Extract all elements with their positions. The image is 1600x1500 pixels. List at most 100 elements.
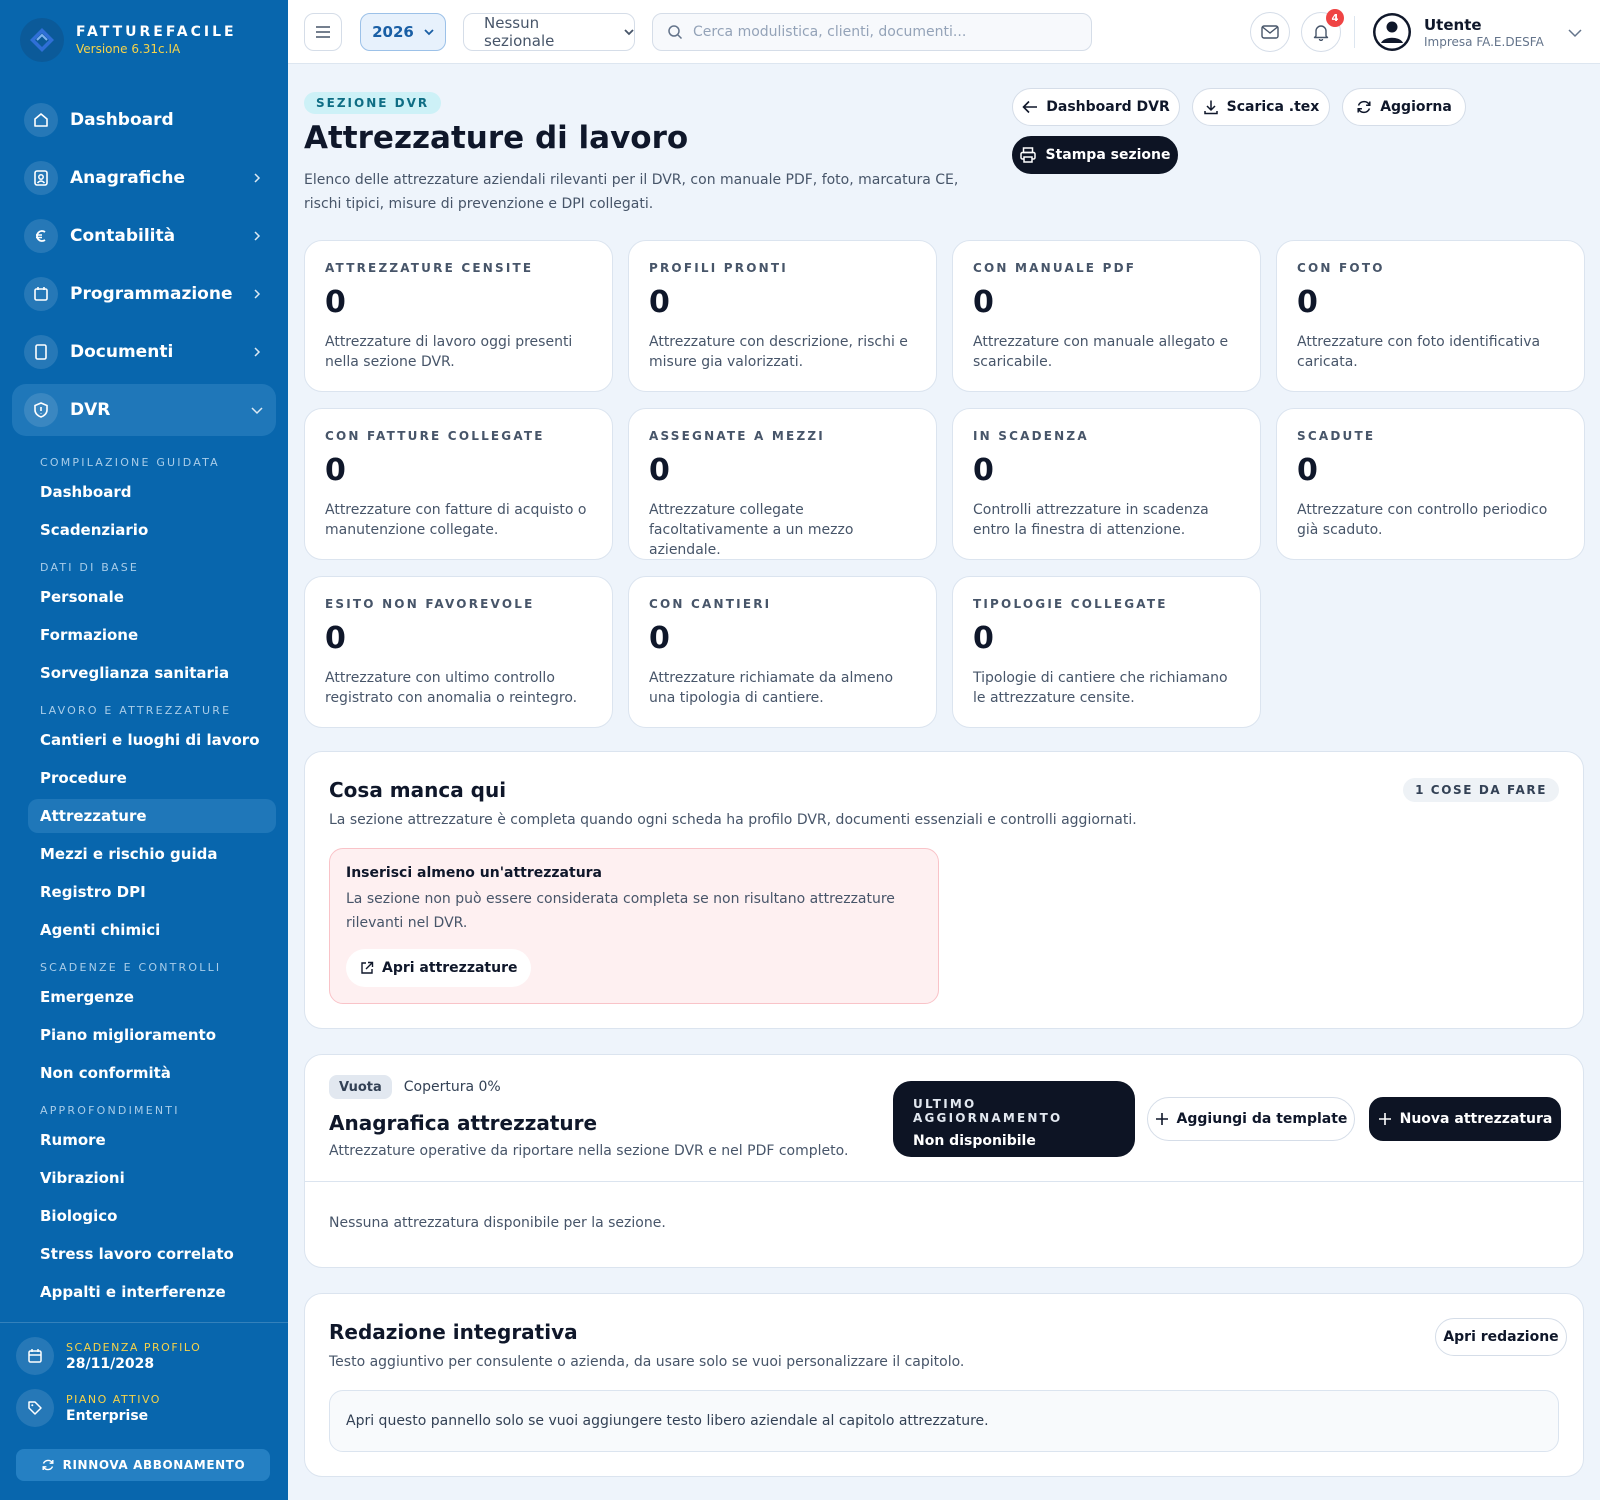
new-attrezzatura-button[interactable]: Nuova attrezzatura bbox=[1369, 1097, 1561, 1141]
nav-label: Contabilità bbox=[70, 226, 176, 246]
nav-item-dashboard[interactable]: Dashboard bbox=[12, 94, 276, 146]
refresh-icon bbox=[1356, 99, 1372, 115]
nav-item-documenti[interactable]: Documenti bbox=[12, 326, 276, 378]
redaction-text-box[interactable]: Apri questo pannello solo se vuoi aggiun… bbox=[329, 1390, 1559, 1452]
nav-item-programmazione[interactable]: Programmazione bbox=[12, 268, 276, 320]
search-icon bbox=[667, 24, 683, 40]
download-tex-button[interactable]: Scarica .tex bbox=[1192, 88, 1330, 126]
new-attrezzatura-label: Nuova attrezzatura bbox=[1399, 1111, 1553, 1127]
sub-nav-item-stress[interactable]: Stress lavoro correlato bbox=[28, 1237, 276, 1271]
search-input[interactable] bbox=[693, 24, 1073, 40]
stat-description: Attrezzature con manuale allegato e scar… bbox=[973, 334, 1229, 370]
sub-nav-item-vibrazioni[interactable]: Vibrazioni bbox=[28, 1161, 276, 1195]
open-attrezzature-button[interactable]: Apri attrezzature bbox=[346, 949, 532, 987]
add-from-template-button[interactable]: Aggiungi da template bbox=[1147, 1097, 1355, 1141]
sidebar: FATTUREFACILE Versione 6.31c.IA Dashboar… bbox=[0, 0, 288, 1500]
last-update-label: ULTIMO AGGIORNAMENTO bbox=[913, 1097, 1063, 1125]
last-update-box: ULTIMO AGGIORNAMENTO Non disponibile bbox=[893, 1081, 1135, 1157]
sub-nav-item-chimici[interactable]: Agenti chimici bbox=[28, 913, 276, 947]
user-organization: Impresa FA.E.DESFA bbox=[1424, 34, 1544, 49]
sub-nav-item-cantieri[interactable]: Cantieri e luoghi di lavoro bbox=[28, 723, 276, 757]
sub-nav-item-mezzi[interactable]: Mezzi e rischio guida bbox=[28, 837, 276, 871]
chevron-right-icon bbox=[250, 287, 264, 301]
global-search[interactable] bbox=[652, 13, 1092, 51]
refresh-icon bbox=[41, 1458, 55, 1472]
sub-nav-item-formazione[interactable]: Formazione bbox=[28, 618, 276, 652]
registry-subtitle: Attrezzature operative da riportare nell… bbox=[329, 1143, 849, 1159]
contacts-icon bbox=[24, 161, 58, 195]
stat-card: SCADUTE 0 Attrezzature con controllo per… bbox=[1276, 408, 1585, 560]
missing-title: Cosa manca qui bbox=[329, 778, 507, 802]
refresh-label: Aggiorna bbox=[1380, 99, 1452, 115]
plus-icon bbox=[1378, 1112, 1392, 1126]
refresh-button[interactable]: Aggiorna bbox=[1342, 88, 1466, 126]
document-icon bbox=[24, 335, 58, 369]
stat-value: 0 bbox=[1297, 453, 1318, 488]
euro-icon bbox=[24, 219, 58, 253]
chevron-right-icon bbox=[250, 229, 264, 243]
messages-button[interactable] bbox=[1250, 12, 1290, 52]
sub-nav-item-rumore[interactable]: Rumore bbox=[28, 1123, 276, 1157]
nav-label: Dashboard bbox=[70, 110, 174, 130]
brand-logo-icon bbox=[20, 18, 64, 62]
sub-nav-item-attrezzature[interactable]: Attrezzature bbox=[28, 799, 276, 833]
sub-nav-item-personale[interactable]: Personale bbox=[28, 580, 276, 614]
sub-nav-item-appalti[interactable]: Appalti e interferenze bbox=[28, 1275, 276, 1309]
menu-toggle-button[interactable] bbox=[304, 13, 342, 51]
avatar bbox=[1372, 12, 1412, 52]
sub-nav-item-piano[interactable]: Piano miglioramento bbox=[28, 1018, 276, 1052]
sub-nav-item-emergenze[interactable]: Emergenze bbox=[28, 980, 276, 1014]
user-menu[interactable]: Utente Impresa FA.E.DESFA bbox=[1372, 12, 1582, 52]
stat-card: PROFILI PRONTI 0 Attrezzature con descri… bbox=[628, 240, 937, 392]
calendar-icon bbox=[24, 277, 58, 311]
print-section-button[interactable]: Stampa sezione bbox=[1012, 136, 1178, 174]
section-tag: SEZIONE DVR bbox=[304, 92, 442, 114]
notifications-button[interactable]: 4 bbox=[1301, 9, 1344, 52]
stat-label: IN SCADENZA bbox=[973, 429, 1089, 443]
todo-count-badge: 1 COSE DA FARE bbox=[1403, 778, 1559, 802]
brand-name: FATTUREFACILE bbox=[76, 24, 237, 40]
redaction-subtitle: Testo aggiuntivo per consulente o aziend… bbox=[329, 1354, 965, 1370]
renew-subscription-button[interactable]: RINNOVA ABBONAMENTO bbox=[16, 1449, 270, 1481]
nav-label: Programmazione bbox=[70, 284, 233, 304]
nav-item-contabilita[interactable]: Contabilità bbox=[12, 210, 276, 262]
stat-label: ASSEGNATE A MEZZI bbox=[649, 429, 825, 443]
sub-nav-item-sorveglianza[interactable]: Sorveglianza sanitaria bbox=[28, 656, 276, 690]
chevron-right-icon bbox=[250, 345, 264, 359]
stat-card: TIPOLOGIE COLLEGATE 0 Tipologie di canti… bbox=[952, 576, 1261, 728]
stat-description: Attrezzature richiamate da almeno una ti… bbox=[649, 670, 894, 706]
stat-value: 0 bbox=[973, 453, 994, 488]
stat-value: 0 bbox=[649, 285, 670, 320]
open-redaction-button[interactable]: Apri redazione bbox=[1435, 1318, 1567, 1356]
stat-description: Attrezzature con controllo periodico già… bbox=[1297, 502, 1548, 538]
nav-label: Anagrafiche bbox=[70, 168, 186, 188]
brand[interactable]: FATTUREFACILE Versione 6.31c.IA bbox=[20, 18, 237, 62]
sub-nav-item-dpi[interactable]: Registro DPI bbox=[28, 875, 276, 909]
sub-nav-heading: DATI DI BASE bbox=[40, 561, 140, 574]
plan-label: PIANO ATTIVO bbox=[66, 1392, 161, 1406]
sidebar-footer: SCADENZA PROFILO 28/11/2028 PIANO ATTIVO… bbox=[0, 1322, 288, 1500]
stat-value: 0 bbox=[649, 453, 670, 488]
nav-item-anagrafiche[interactable]: Anagrafiche bbox=[12, 152, 276, 204]
sub-nav-item-biologico[interactable]: Biologico bbox=[28, 1199, 276, 1233]
divider bbox=[1354, 16, 1355, 48]
dashboard-dvr-button[interactable]: Dashboard DVR bbox=[1012, 88, 1180, 126]
nav-item-dvr[interactable]: DVR bbox=[12, 384, 276, 436]
year-select[interactable]: 2026 bbox=[360, 13, 446, 51]
dashboard-dvr-label: Dashboard DVR bbox=[1046, 99, 1170, 115]
sub-nav-item-procedure[interactable]: Procedure bbox=[28, 761, 276, 795]
empty-state-text: Nessuna attrezzatura disponibile per la … bbox=[329, 1215, 666, 1231]
arrow-left-icon bbox=[1022, 100, 1038, 114]
nav-label: Documenti bbox=[70, 342, 174, 362]
sezionale-select[interactable]: Nessun sezionale bbox=[463, 13, 635, 51]
sub-nav-item-dashboard[interactable]: Dashboard bbox=[28, 475, 276, 509]
sub-nav-item-non-conformita[interactable]: Non conformità bbox=[28, 1056, 276, 1090]
print-label: Stampa sezione bbox=[1045, 147, 1171, 163]
sub-nav-item-scadenziario[interactable]: Scadenziario bbox=[28, 513, 276, 547]
status-chip: Vuota bbox=[329, 1075, 392, 1099]
stat-card: ESITO NON FAVOREVOLE 0 Attrezzature con … bbox=[304, 576, 613, 728]
year-value: 2026 bbox=[372, 23, 414, 41]
stat-value: 0 bbox=[973, 621, 994, 656]
coverage-text: Copertura 0% bbox=[403, 1079, 501, 1095]
registry-card: Vuota Copertura 0% Anagrafica attrezzatu… bbox=[304, 1054, 1584, 1268]
